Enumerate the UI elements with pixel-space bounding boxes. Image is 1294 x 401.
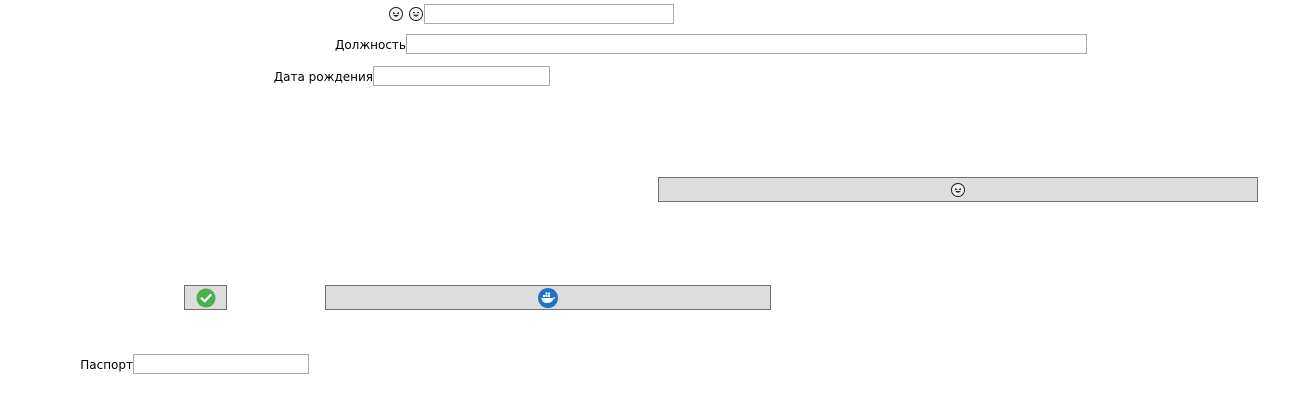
name-field[interactable] bbox=[424, 4, 674, 24]
docker-icon bbox=[538, 287, 558, 308]
laughing-face-icon bbox=[951, 182, 965, 197]
position-field[interactable] bbox=[406, 34, 1087, 54]
passport-field[interactable] bbox=[133, 354, 309, 374]
confirm-button[interactable] bbox=[184, 285, 227, 310]
employee-form: Должность Дата рождения Паспорт bbox=[0, 0, 1294, 401]
check-circle-icon bbox=[196, 288, 215, 307]
emoji-action-button[interactable] bbox=[658, 177, 1258, 202]
birth-date-label: Дата рождения bbox=[273, 70, 373, 84]
birth-date-field[interactable] bbox=[373, 66, 550, 86]
grinning-face-icon bbox=[409, 7, 423, 21]
laughing-face-icon bbox=[389, 7, 403, 21]
passport-label: Паспорт bbox=[80, 358, 133, 372]
position-label: Должность bbox=[334, 38, 406, 52]
docker-action-button[interactable] bbox=[325, 285, 771, 310]
